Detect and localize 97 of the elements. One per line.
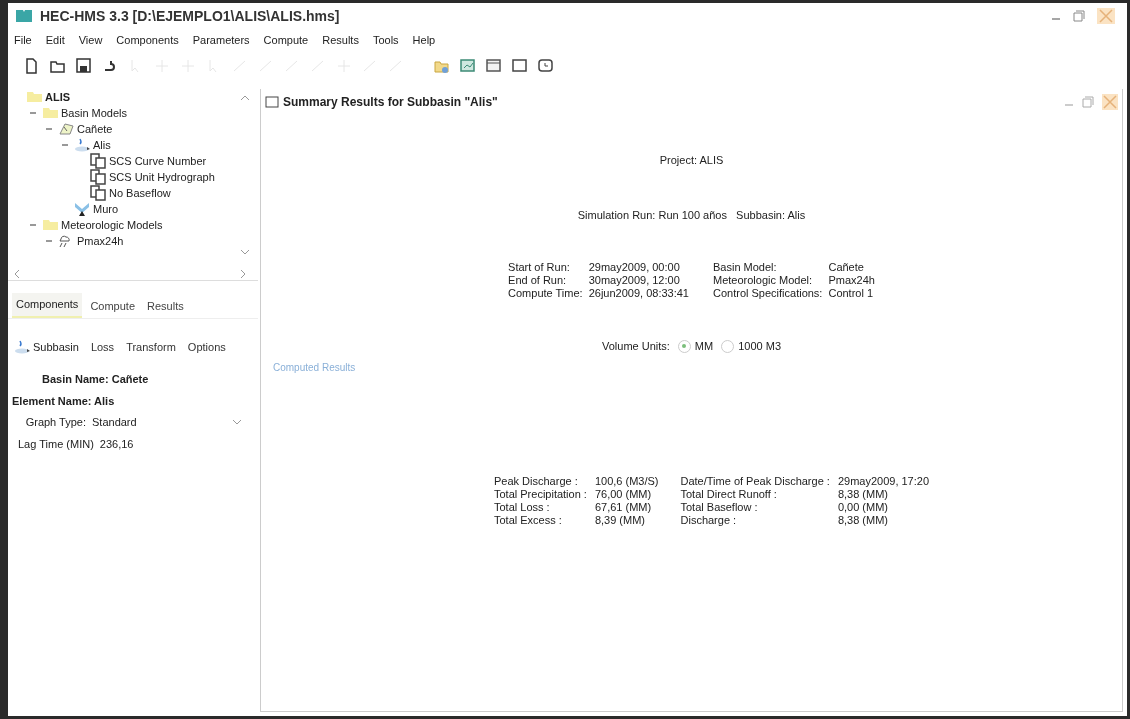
undo-icon[interactable] (102, 58, 118, 74)
scroll-up-icon[interactable] (240, 95, 250, 101)
menu-item[interactable]: Tools (370, 31, 401, 49)
close-icon[interactable] (1097, 8, 1115, 24)
info-value: Pmax24h (828, 274, 875, 287)
result-label: Total Precipitation : (493, 488, 587, 501)
result-value: 0,00 (MM) (837, 501, 889, 514)
info-label: Basin Model: (712, 261, 778, 274)
reservoir-icon (74, 201, 91, 217)
tab[interactable]: Loss (88, 338, 117, 355)
folder-icon[interactable] (50, 58, 66, 74)
basin-name-label: Basin Name: Cañete (41, 372, 150, 387)
method-icon (90, 153, 107, 169)
result-value: 76,00 (MM) (594, 488, 653, 501)
info-value: 26jun2009, 08:33:41 (588, 287, 689, 300)
subbasin-icon (74, 137, 91, 153)
scroll-right-icon[interactable] (240, 269, 246, 279)
save-icon[interactable] (76, 58, 92, 74)
tree-item[interactable]: SCS Curve Number (109, 152, 207, 170)
folder-icon (42, 105, 59, 121)
result-value: 8,38 (MM) (837, 488, 889, 501)
info-label: Control Specifications: (712, 287, 823, 300)
tab[interactable]: Subbasin (12, 338, 81, 355)
menu-item[interactable]: Edit (43, 31, 67, 49)
menu-item[interactable]: Help (410, 31, 438, 49)
tab[interactable]: Results (143, 295, 188, 318)
chart-icon[interactable] (460, 58, 476, 74)
window-title: HEC-HMS 3.3 [D:\EJEMPLO1\ALIS\ALIS.hms] (40, 6, 340, 26)
volume-units-label: Volume Units: (602, 339, 670, 354)
menu-item[interactable]: Compute (261, 31, 311, 49)
field-value: 236,16 (99, 436, 134, 452)
result-label: Total Excess : (493, 514, 563, 527)
result-label: Peak Discharge : (493, 475, 579, 488)
clock-icon[interactable] (538, 58, 554, 74)
radio-button[interactable] (677, 339, 691, 353)
simulation-run-label: Simulation Run: Run 100 años Subbasin: Alis (577, 207, 806, 223)
method-icon (90, 185, 107, 201)
info-label: End of Run: (508, 274, 568, 287)
result-value: 100,6 (M3/S) (594, 475, 659, 488)
folder-icon (26, 89, 43, 105)
radio-label[interactable]: MM (694, 338, 714, 355)
result-value: 67,61 (MM) (594, 501, 653, 514)
tree-item[interactable]: Pmax24h (77, 232, 124, 250)
tab[interactable]: Transform (124, 338, 178, 355)
scroll-left-icon[interactable] (14, 269, 20, 279)
tree-item[interactable]: Meteorologic Models (61, 216, 163, 234)
graph-type-dropdown[interactable]: Standard (92, 414, 242, 431)
window-icon (265, 96, 279, 108)
element-name-label: Element Name: Alis (11, 393, 116, 409)
result-label: Date/Time of Peak Discharge : (679, 475, 830, 488)
tree-item[interactable]: SCS Unit Hydrograph (109, 168, 215, 186)
page-icon[interactable] (24, 58, 40, 74)
menu-item[interactable]: Results (320, 31, 361, 49)
tree-item[interactable]: Basin Models (61, 104, 128, 122)
close-icon[interactable] (1102, 94, 1118, 110)
panel-title: Summary Results for Subbasin "Alis" (283, 94, 498, 111)
radio-label[interactable]: 1000 M3 (738, 338, 781, 355)
tree-item[interactable]: No Baseflow (109, 184, 171, 202)
info-value: Control 1 (828, 287, 875, 300)
result-value: 8,39 (MM) (594, 514, 647, 527)
info-value: Cañete (828, 261, 865, 274)
menu-item[interactable]: View (76, 31, 105, 49)
folder-icon (42, 217, 59, 233)
project-label: Project: ALIS (659, 153, 724, 168)
result-label: Total Loss : (493, 501, 551, 514)
app-icon (16, 10, 32, 22)
menu-item[interactable]: Components (114, 31, 181, 49)
tree-item[interactable]: ALIS (45, 88, 71, 106)
menu-item[interactable]: File (12, 31, 34, 49)
result-label: Discharge : (679, 514, 738, 527)
tab[interactable]: Components (12, 293, 83, 318)
tree-item[interactable]: Muro (93, 200, 119, 218)
info-value: 29may2009, 00:00 (588, 261, 681, 274)
info-label: Start of Run: (508, 261, 571, 274)
subbasin-icon (14, 338, 31, 355)
basin-icon (58, 121, 75, 137)
tree-item[interactable]: Cañete (77, 120, 113, 138)
result-value: 8,38 (MM) (837, 514, 889, 527)
table-icon[interactable] (486, 58, 502, 74)
info-label: Compute Time: (508, 287, 583, 300)
restore-icon[interactable] (1082, 96, 1094, 108)
field-label: Lag Time (MIN) (18, 436, 94, 452)
field-label: Graph Type: (24, 415, 87, 430)
restore-icon[interactable] (1073, 10, 1085, 22)
scroll-down-icon[interactable] (240, 249, 250, 255)
info-value: 30may2009, 12:00 (588, 274, 681, 287)
radio-button[interactable] (721, 339, 735, 353)
window-icon[interactable] (512, 58, 528, 74)
tab[interactable]: Compute (86, 295, 139, 318)
info-label: Meteorologic Model: (712, 274, 814, 287)
method-icon (90, 169, 107, 185)
result-label: Total Baseflow : (679, 501, 759, 514)
tab[interactable]: Options (185, 338, 228, 355)
menu-item[interactable]: Parameters (190, 31, 252, 49)
tree-item[interactable]: Alis (93, 136, 111, 154)
result-value: 29may2009, 17:20 (837, 475, 930, 488)
result-label: Total Direct Runoff : (679, 488, 778, 501)
